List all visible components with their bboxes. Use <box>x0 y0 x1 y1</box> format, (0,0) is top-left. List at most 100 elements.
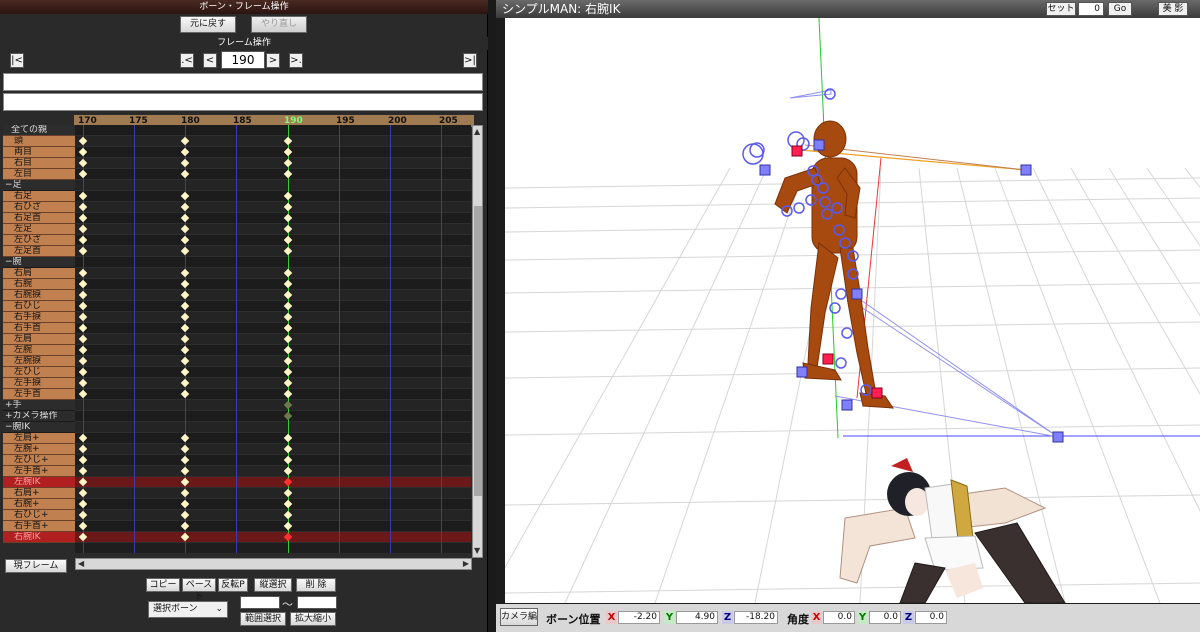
bone-row[interactable]: 左足 <box>3 224 75 235</box>
scroll-right-icon[interactable]: ▶ <box>463 559 469 569</box>
rot-z-input[interactable]: 0.0 <box>915 611 947 624</box>
copy-button[interactable]: コピー <box>146 578 180 592</box>
frame-gridline <box>441 125 442 553</box>
pos-x-axis-label: X <box>606 611 617 624</box>
bone-row[interactable]: 全ての親 <box>3 125 75 136</box>
interpolation-box-1 <box>3 73 483 91</box>
bone-row[interactable]: 右ひじ <box>3 301 75 312</box>
viewport-panel: シンプルMAN: 右腕IK セット 0 Go 美 影 カメラ編 ボーン位置 X … <box>496 0 1200 632</box>
set-button[interactable]: セット <box>1046 2 1076 16</box>
bone-row[interactable]: −腕IK <box>3 422 75 433</box>
bone-row[interactable]: 右足首 <box>3 213 75 224</box>
bone-row[interactable]: −腕 <box>3 257 75 268</box>
bone-row[interactable]: 左腕捩 <box>3 356 75 367</box>
bone-row[interactable]: 頭 <box>3 136 75 147</box>
bone-row[interactable]: 左手首 <box>3 389 75 400</box>
bone-row[interactable]: 左ひざ <box>3 235 75 246</box>
bone-row[interactable]: 左腕 <box>3 345 75 356</box>
scroll-left-icon[interactable]: ◀ <box>78 559 84 569</box>
frame-gridline <box>236 125 237 553</box>
pos-z-axis-label: Z <box>722 611 733 624</box>
first-frame-button[interactable]: |< <box>10 53 24 68</box>
keyframe-timeline[interactable] <box>75 125 471 553</box>
bone-row[interactable]: 左ひじ <box>3 367 75 378</box>
bone-row[interactable]: +手 <box>3 400 75 411</box>
bone-row[interactable]: 右肩 <box>3 268 75 279</box>
bone-row[interactable]: 両目 <box>3 147 75 158</box>
bone-row[interactable]: 左ひじ+ <box>3 455 75 466</box>
frame-jump-input[interactable]: 0 <box>1078 2 1104 16</box>
prev-keyframe-button[interactable]: .< <box>180 53 194 68</box>
bone-row[interactable]: 左腕IK <box>3 477 75 488</box>
bone-row[interactable]: 右腕IK <box>3 532 75 543</box>
bone-frame-header: ボーン・フレーム操作 <box>0 0 488 14</box>
bone-frame-panel: ボーン・フレーム操作 元に戻す やり直し フレーム操作 |< .< < 190 … <box>0 0 488 632</box>
pos-x-input[interactable]: -2.20 <box>618 611 660 624</box>
scroll-thumb[interactable] <box>474 206 482 496</box>
prev-frame-button[interactable]: < <box>203 53 217 68</box>
camera-edit-button[interactable]: カメラ編 <box>500 608 538 626</box>
bone-row[interactable]: 右ひじ+ <box>3 510 75 521</box>
bone-row[interactable]: 右肩+ <box>3 488 75 499</box>
scroll-down-icon[interactable]: ▼ <box>474 546 480 556</box>
bone-row[interactable]: 左手首+ <box>3 466 75 477</box>
range-select-button[interactable]: 範囲選択 <box>240 612 286 626</box>
redo-button[interactable]: やり直し <box>251 16 307 33</box>
bone-row[interactable]: 左肩 <box>3 334 75 345</box>
pos-y-axis-label: Y <box>664 611 675 624</box>
bone-row[interactable]: 左肩+ <box>3 433 75 444</box>
timeline-vertical-scrollbar[interactable]: ▲ ▼ <box>472 125 483 558</box>
scroll-up-icon[interactable]: ▲ <box>474 127 480 137</box>
app-window: ボーン・フレーム操作 元に戻す やり直し フレーム操作 |< .< < 190 … <box>0 0 1200 632</box>
simple-man-model <box>774 120 894 409</box>
bone-row[interactable]: 左手捩 <box>3 378 75 389</box>
rot-x-axis-label: X <box>811 611 822 624</box>
bone-row[interactable]: 右足 <box>3 191 75 202</box>
undo-button[interactable]: 元に戻す <box>180 16 236 33</box>
bone-row[interactable]: 左足首 <box>3 246 75 257</box>
bone-row[interactable]: 右腕捩 <box>3 290 75 301</box>
pos-y-input[interactable]: 4.90 <box>676 611 718 624</box>
rot-x-input[interactable]: 0.0 <box>823 611 855 624</box>
delete-button[interactable]: 削 除 <box>296 578 336 592</box>
reverse-paste-button[interactable]: 反転P <box>218 578 248 592</box>
range-start-input[interactable] <box>240 596 280 609</box>
character-model <box>839 458 1066 603</box>
bone-row[interactable]: 右目 <box>3 158 75 169</box>
current-frame-button[interactable]: 現フレーム <box>5 559 67 573</box>
range-end-input[interactable] <box>297 596 337 609</box>
scene-svg <box>505 18 1200 603</box>
angle-label: 角度 <box>787 613 809 626</box>
bone-row[interactable]: +カメラ操作 <box>3 411 75 422</box>
frame-gridline <box>390 125 391 553</box>
next-frame-button[interactable]: > <box>266 53 280 68</box>
go-button[interactable]: Go <box>1108 2 1132 16</box>
status-bar: カメラ編 ボーン位置 X -2.20 Y 4.90 Z -18.20 角度 X … <box>496 604 1200 632</box>
frame-gridline <box>339 125 340 553</box>
timeline-horizontal-scrollbar[interactable]: ◀ ▶ <box>75 558 472 570</box>
pos-z-input[interactable]: -18.20 <box>734 611 778 624</box>
next-keyframe-button[interactable]: >. <box>289 53 303 68</box>
bone-row[interactable]: 右ひざ <box>3 202 75 213</box>
bone-row[interactable]: 左目 <box>3 169 75 180</box>
scale-button[interactable]: 拡大縮小 <box>290 612 336 626</box>
bone-row[interactable]: 左腕+ <box>3 444 75 455</box>
vertical-select-button[interactable]: 縦選択 <box>254 578 292 592</box>
dropdown-value: 選択ボーン <box>153 604 198 614</box>
bone-row[interactable]: 右手首 <box>3 323 75 334</box>
frame-number-input[interactable]: 190 <box>221 51 265 69</box>
bone-select-dropdown[interactable]: 選択ボーン ⌄ <box>148 601 228 618</box>
bone-list: 全ての親頭両目 右目 左目 −足 右足 右ひざ 右足首 左足 左ひざ 左足首 −腕 右肩 右腕 右腕捩 右ひ… <box>3 125 75 553</box>
interpolation-box-2 <box>3 93 483 111</box>
last-frame-button[interactable]: >| <box>463 53 477 68</box>
paste-button[interactable]: ペースト <box>182 578 216 602</box>
bone-row[interactable]: 右腕 <box>3 279 75 290</box>
bone-row[interactable]: 右手首+ <box>3 521 75 532</box>
bone-row[interactable]: −足 <box>3 180 75 191</box>
frame-ops-header: フレーム操作 <box>0 37 488 50</box>
beauty-shadow-button[interactable]: 美 影 <box>1158 2 1188 16</box>
rot-y-input[interactable]: 0.0 <box>869 611 901 624</box>
bone-row[interactable]: 右手捩 <box>3 312 75 323</box>
3d-viewport[interactable] <box>505 18 1200 603</box>
bone-row[interactable]: 右腕+ <box>3 499 75 510</box>
